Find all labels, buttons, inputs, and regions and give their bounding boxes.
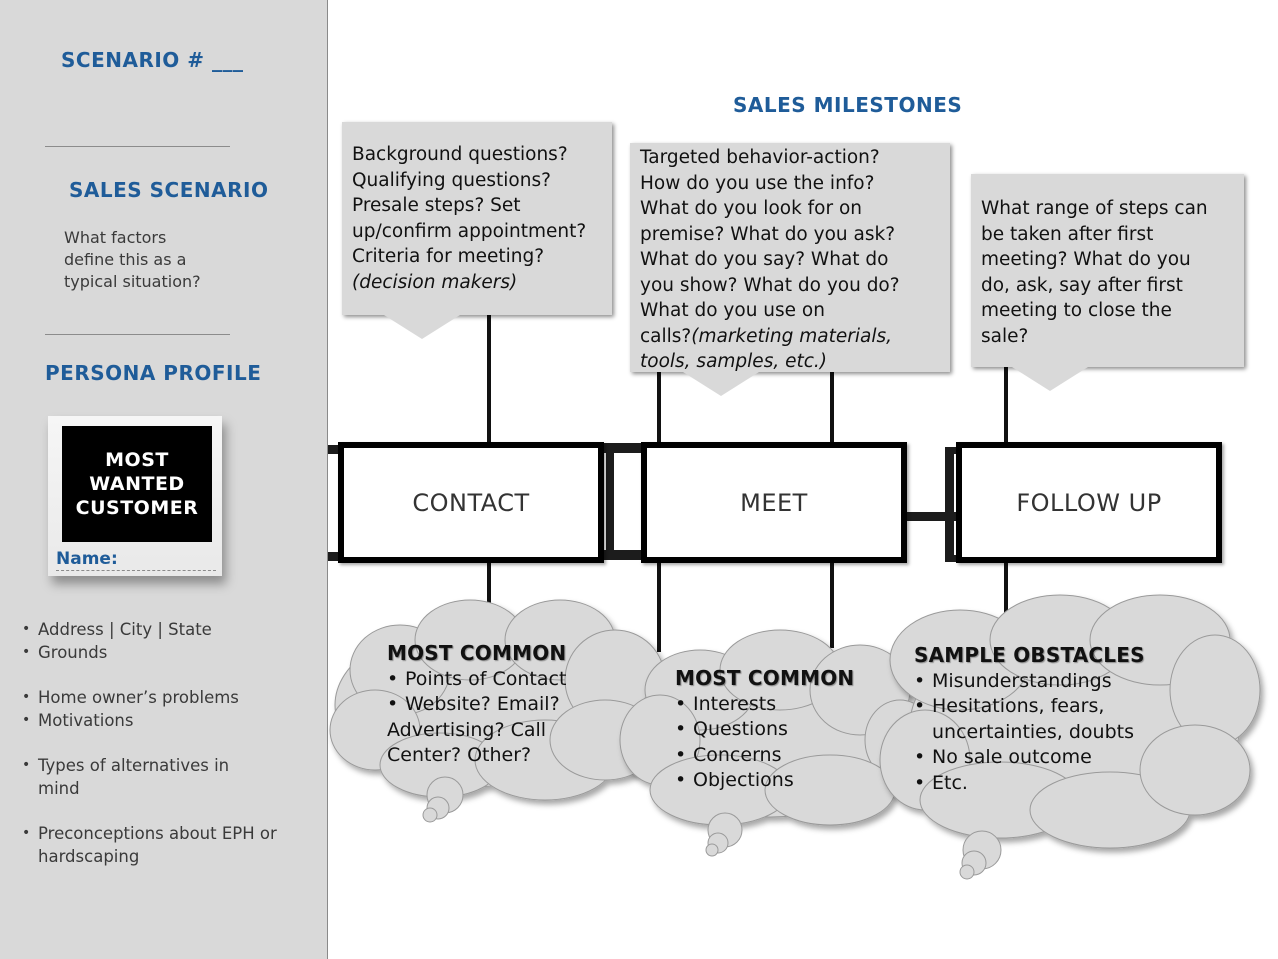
cloud-heading: MOST COMMON xyxy=(675,666,855,690)
cloud-list: Misunderstandings Hesitations, fears, un… xyxy=(914,669,1145,797)
cloud-heading: MOST COMMON xyxy=(387,641,567,665)
cloud-item: Misunderstandings xyxy=(914,669,1145,695)
cloud-item: Website? Email? xyxy=(387,692,566,718)
cloud-item: Concerns xyxy=(675,743,854,769)
cloud-heading: SAMPLE OBSTACLES xyxy=(914,643,1145,667)
cloud-list: Points of Contact Website? Email? Advert… xyxy=(387,667,566,769)
meet-cloud-trail xyxy=(705,812,743,857)
cloud-item: Etc. xyxy=(914,771,1145,797)
follow-up-cloud-text: SAMPLE OBSTACLES Misunderstandings Hesit… xyxy=(914,643,1145,796)
cloud-item-continuation: uncertainties, doubts xyxy=(932,720,1134,743)
cloud-item: Objections xyxy=(675,768,854,794)
cloud-item: Questions xyxy=(675,717,854,743)
meet-cloud-text: MOST COMMON Interests Questions Concerns… xyxy=(675,666,854,794)
cloud-item: Hesitations, fears, xyxy=(914,694,1145,720)
cloud-item-continuation: Center? Other? xyxy=(387,744,532,766)
contact-cloud-text: MOST COMMON Points of Contact Website? E… xyxy=(387,641,566,769)
cloud-item-continuation: Advertising? Call xyxy=(387,718,547,741)
follow-up-cloud-trail xyxy=(959,830,1002,880)
cloud-list: Interests Questions Concerns Objections xyxy=(675,692,854,794)
cloud-item: Interests xyxy=(675,692,854,718)
cloud-item: Points of Contact xyxy=(387,667,566,693)
thought-clouds xyxy=(329,594,1261,880)
cloud-item: No sale outcome xyxy=(914,745,1145,771)
